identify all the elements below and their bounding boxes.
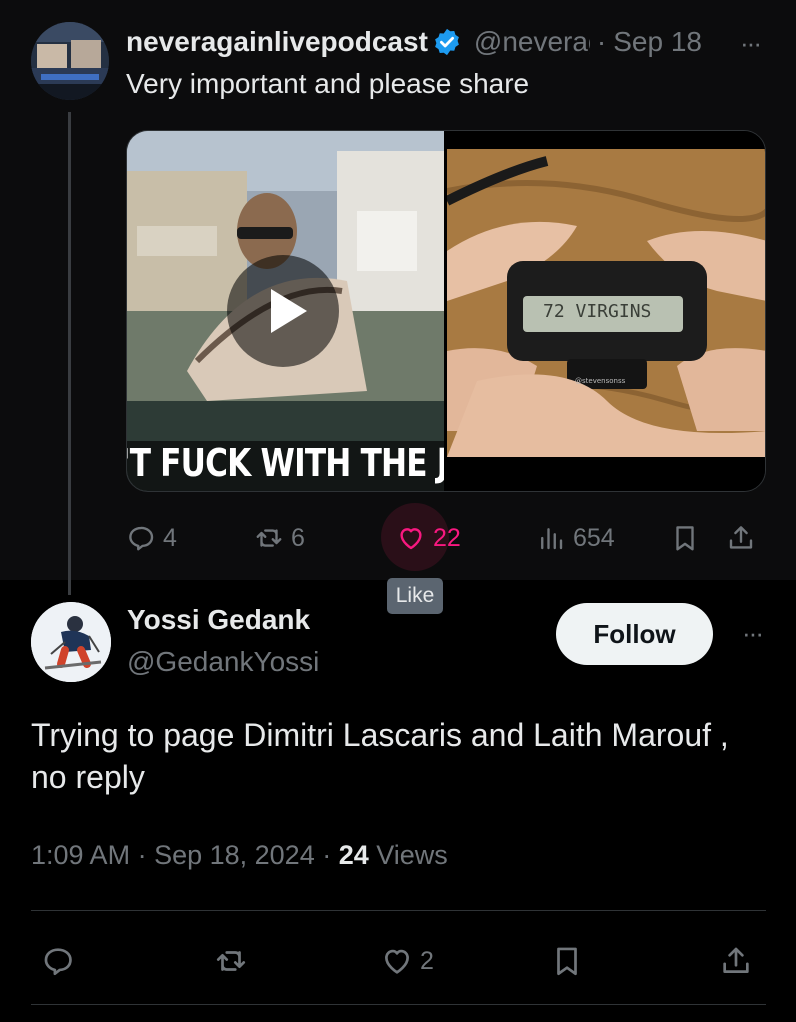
bookmark-button[interactable] — [550, 936, 590, 986]
post-date[interactable]: Sep 18 — [613, 26, 702, 58]
more-options-button[interactable]: ··· — [742, 618, 764, 649]
reply-icon — [129, 526, 154, 551]
like-tooltip: Like — [387, 578, 443, 614]
thread-line — [68, 112, 71, 595]
like-count: 2 — [420, 946, 434, 975]
heart-icon — [385, 949, 409, 974]
reply-icon — [44, 948, 72, 976]
watermark: @stevensonss — [575, 377, 626, 385]
bookmark-icon — [557, 947, 577, 976]
bookmark-icon — [676, 526, 694, 551]
quoted-post-actions: 4 6 22 654 — [126, 503, 766, 571]
author-name[interactable]: neveragainlivepodcast — [126, 26, 428, 58]
views-icon — [541, 528, 563, 550]
views-count: 24 — [338, 840, 369, 870]
follow-button[interactable]: Follow — [556, 603, 713, 665]
post-text: Very important and please share — [126, 68, 530, 99]
author-handle[interactable]: @neveragainlivepodcast — [474, 26, 590, 58]
bookmark-button[interactable] — [670, 515, 707, 561]
share-button[interactable] — [719, 936, 759, 986]
separator: · — [314, 840, 339, 870]
media-container[interactable]: 'T FUCK WITH THE J 72 VIRGINS @stevenson… — [126, 130, 766, 492]
divider — [31, 910, 766, 911]
separator: · — [596, 26, 607, 57]
share-icon — [729, 526, 753, 549]
author-name[interactable]: Yossi Gedank — [127, 604, 310, 636]
avatar[interactable] — [31, 22, 109, 100]
repost-icon — [216, 951, 246, 971]
author-handle[interactable]: @GedankYossi — [127, 646, 319, 678]
like-count: 22 — [433, 523, 461, 552]
like-button[interactable]: 2 — [380, 936, 434, 986]
avatar-image — [31, 22, 109, 100]
share-button[interactable] — [726, 515, 763, 561]
more-options-button[interactable]: ··· — [740, 28, 762, 59]
avatar[interactable] — [31, 602, 111, 682]
views-count: 654 — [573, 523, 615, 552]
views-label: Views — [368, 840, 448, 870]
avatar-image — [31, 602, 111, 682]
reply-count: 4 — [163, 523, 177, 552]
reply-button[interactable]: 4 — [126, 515, 177, 561]
like-button[interactable]: 22 — [396, 515, 461, 561]
repost-button[interactable]: 6 — [254, 515, 305, 561]
post-meta: 1:09 AM · Sep 18, 2024 · 24 Views — [31, 840, 448, 871]
video-caption: 'T FUCK WITH THE J — [127, 441, 444, 485]
separator: · — [130, 840, 155, 870]
post-text: Trying to page Dimitri Lascaris and Lait… — [31, 717, 729, 795]
repost-button[interactable] — [214, 936, 254, 986]
post-date[interactable]: Sep 18, 2024 — [154, 840, 315, 870]
divider — [31, 1004, 766, 1005]
views-button[interactable]: 654 — [536, 515, 615, 561]
image-pager[interactable]: 72 VIRGINS @stevensonss — [447, 131, 765, 491]
verified-icon — [435, 28, 459, 56]
pager-display-text: 72 VIRGINS — [543, 301, 652, 322]
repost-count: 6 — [291, 523, 305, 552]
main-post-actions: 2 — [31, 936, 766, 986]
quoted-post-header: neveragainlivepodcast @neveragainlivepod… — [126, 22, 776, 62]
play-icon[interactable] — [227, 255, 339, 367]
share-icon — [723, 947, 749, 973]
video-thumbnail[interactable]: 'T FUCK WITH THE J — [127, 131, 444, 491]
repost-icon — [256, 529, 282, 547]
post-time[interactable]: 1:09 AM — [31, 840, 130, 870]
heart-icon — [400, 528, 422, 550]
reply-button[interactable] — [41, 936, 81, 986]
